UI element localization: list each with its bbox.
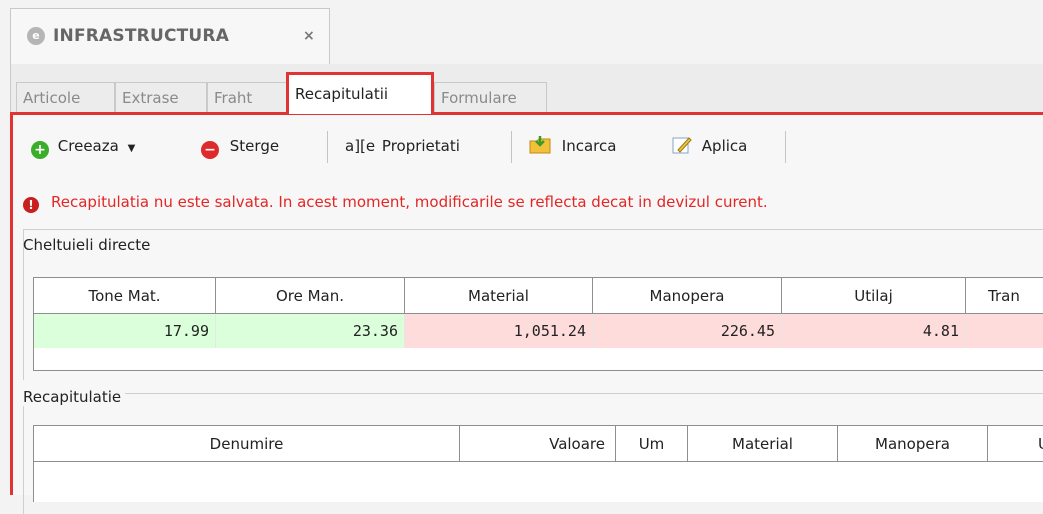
column-header[interactable]: Valoare — [460, 425, 616, 462]
load-button[interactable]: Incarca — [529, 133, 616, 159]
chevron-down-icon: ▼ — [127, 143, 136, 154]
cell-manopera: 226.45 — [593, 314, 782, 348]
column-header[interactable]: Denumire — [33, 425, 460, 462]
column-header[interactable]: Ore Man. — [216, 277, 405, 314]
delete-label: Sterge — [229, 137, 280, 155]
column-header[interactable]: U — [988, 425, 1043, 462]
close-icon[interactable]: × — [303, 28, 315, 44]
direct-costs-title: Cheltuieli directe — [23, 236, 151, 254]
column-header[interactable]: Material — [405, 277, 593, 314]
document-tab-title: INFRASTRUCTURA — [53, 26, 230, 46]
table-row[interactable]: 17.99 23.36 1,051.24 226.45 4.81 — [33, 314, 1043, 348]
toolbar-separator — [327, 131, 328, 163]
document-icon: e — [27, 27, 45, 45]
delete-button[interactable]: − Sterge — [201, 133, 279, 159]
folder-icon — [529, 136, 551, 154]
tab-extrase[interactable]: Extrase — [115, 82, 207, 112]
toolbar-separator — [785, 131, 786, 163]
error-icon: ! — [23, 197, 39, 213]
column-header[interactable]: Manopera — [593, 277, 782, 314]
table-empty-area — [33, 348, 1043, 371]
column-header[interactable]: Um — [616, 425, 688, 462]
column-header[interactable]: Tone Mat. — [33, 277, 216, 314]
cell-ore-man: 23.36 — [216, 314, 405, 348]
direct-costs-header: Tone Mat. Ore Man. Material Manopera Uti… — [33, 277, 1043, 314]
column-header[interactable]: Material — [688, 425, 838, 462]
toolbar: + Creeaza ▼ − Sterge a][e Proprietati In… — [13, 127, 1043, 163]
create-label: Creeaza — [57, 137, 119, 155]
tab-fraht[interactable]: Fraht — [207, 82, 287, 112]
apply-button[interactable]: Aplica — [671, 133, 747, 159]
minus-icon: − — [201, 141, 219, 159]
edit-icon — [672, 137, 692, 154]
tab-recapitulatii[interactable]: Recapitulatii — [286, 72, 434, 114]
recap-header: Denumire Valoare Um Material Manopera U — [33, 425, 1043, 462]
recap-table-body — [33, 462, 1043, 502]
document-tab[interactable]: e INFRASTRUCTURA × — [10, 8, 330, 64]
plus-icon: + — [31, 141, 49, 159]
toolbar-separator — [511, 131, 512, 163]
tab-articole[interactable]: Articole — [16, 82, 115, 112]
properties-label: Proprietati — [381, 137, 460, 155]
load-label: Incarca — [561, 137, 617, 155]
properties-button[interactable]: a][e Proprietati — [345, 133, 460, 159]
warning-text: Recapitulatia nu este salvata. In acest … — [51, 193, 768, 211]
column-header[interactable]: Utilaj — [782, 277, 966, 314]
column-header[interactable]: Tran — [966, 277, 1043, 314]
create-button[interactable]: + Creeaza ▼ — [31, 133, 135, 159]
tab-formulare[interactable]: Formulare — [434, 82, 547, 112]
cell-utilaj: 4.81 — [782, 314, 966, 348]
cell-transport — [966, 314, 1043, 348]
cell-material: 1,051.24 — [405, 314, 593, 348]
properties-icon: a][e — [345, 137, 376, 155]
recap-title: Recapitulatie — [23, 388, 126, 406]
cell-tone-mat: 17.99 — [33, 314, 216, 348]
recapitulatii-panel: + Creeaza ▼ − Sterge a][e Proprietati In… — [10, 112, 1043, 514]
apply-label: Aplica — [701, 137, 748, 155]
warning-message: ! Recapitulatia nu este salvata. In acest… — [23, 193, 768, 213]
column-header[interactable]: Manopera — [838, 425, 988, 462]
